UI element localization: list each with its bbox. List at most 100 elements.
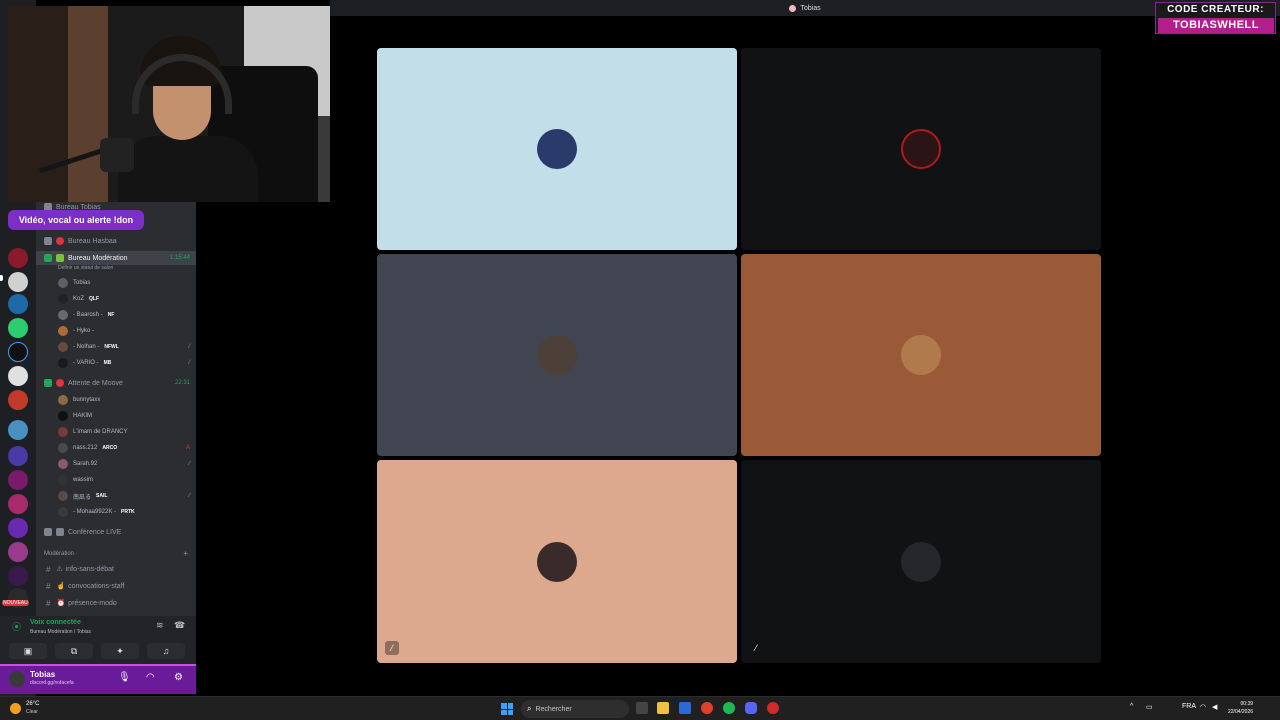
window-title: Tobias — [800, 4, 821, 12]
activities-button[interactable]: ✦ — [101, 643, 139, 659]
clock-time: 00:39 — [1240, 701, 1254, 707]
headset-icon[interactable]: ◠ — [146, 672, 155, 683]
avatar — [58, 342, 68, 352]
voice-user[interactable]: wassim — [36, 473, 196, 487]
network-icon[interactable]: ▭ — [1146, 703, 1153, 711]
voice-user[interactable]: - Nolhan - NFWL ⁄ — [36, 340, 196, 354]
video-tile[interactable]: ⁄ — [377, 460, 737, 663]
voice-user[interactable]: Tobias — [36, 276, 196, 290]
voice-channel-active[interactable]: Bureau Modération 1:15:44 — [36, 251, 196, 265]
search-placeholder: Rechercher — [535, 705, 572, 713]
add-channel-icon[interactable]: + — [183, 549, 188, 558]
video-tile[interactable] — [377, 254, 737, 456]
voice-user[interactable]: bunnytaxx — [36, 393, 196, 407]
avatar — [901, 335, 941, 375]
voice-user[interactable]: - Hyko - — [36, 324, 196, 338]
voice-user[interactable]: L'imam de DRANCY — [36, 425, 196, 439]
obs-icon[interactable] — [767, 702, 779, 714]
text-channel[interactable]: # ☝ convocations-staff — [36, 579, 196, 593]
voice-user[interactable]: HAKIM — [36, 409, 196, 423]
voice-user[interactable]: Sarah.92 ⁄ — [36, 457, 196, 471]
disconnect-icon[interactable]: ☎ — [174, 620, 185, 631]
voice-status[interactable]: Voix connectée — [30, 619, 81, 626]
microphone-icon[interactable]: 🎙 — [118, 672, 131, 683]
muted-icon: ⁄ — [188, 493, 190, 499]
avatar — [901, 129, 941, 169]
server-icon[interactable] — [8, 446, 28, 466]
video-tile[interactable] — [377, 48, 737, 250]
task-view-icon[interactable] — [636, 702, 648, 714]
channel-timer: 1:15:44 — [169, 255, 190, 261]
store-icon[interactable] — [679, 702, 691, 714]
server-icon[interactable] — [8, 390, 28, 410]
channel-status-hint[interactable]: Définir un statut de salon — [58, 265, 113, 271]
server-icon[interactable] — [8, 366, 28, 386]
muted-icon: ⁄ — [188, 360, 190, 366]
video-tile[interactable] — [741, 48, 1101, 250]
server-icon[interactable] — [8, 494, 28, 514]
file-explorer-icon[interactable] — [657, 702, 669, 714]
chevron-up-icon[interactable]: ^ — [1130, 703, 1133, 710]
muted-icon: ⁄ — [385, 641, 399, 655]
deafened-icon: A — [185, 445, 190, 451]
spotify-icon[interactable] — [723, 702, 735, 714]
settings-gear-icon[interactable]: ⚙ — [174, 672, 183, 683]
video-tile[interactable] — [741, 254, 1101, 456]
avatar — [58, 427, 68, 437]
username[interactable]: Tobias — [30, 670, 55, 679]
user-tag: SAIL — [96, 493, 108, 499]
soundboard-button[interactable]: ♫ — [147, 643, 185, 659]
video-tile[interactable]: ⁄ — [741, 460, 1101, 663]
text-channel[interactable]: # ⏰ présence-modo — [36, 596, 196, 610]
volume-icon[interactable]: ◀ — [1212, 703, 1217, 711]
avatar — [537, 335, 577, 375]
discord-icon[interactable] — [745, 702, 757, 714]
server-icon[interactable] — [8, 342, 28, 362]
voice-user[interactable]: - Mohaa9922K - PRTK — [36, 505, 196, 519]
wifi-icon[interactable]: ◠ — [1200, 703, 1206, 711]
category-header[interactable]: Modération · — [44, 551, 78, 557]
voice-channel[interactable]: Attente de Moove 22:31 — [36, 376, 196, 390]
server-icon[interactable] — [8, 420, 28, 440]
chrome-icon[interactable] — [701, 702, 713, 714]
voice-user[interactable]: - VARIO - MB ⁄ — [36, 356, 196, 370]
server-icon[interactable] — [8, 470, 28, 490]
text-channel[interactable]: # ⚠ info-sans-débat — [36, 562, 196, 576]
user-panel: Tobias discord.gg/nofacefa 🎙 ◠ ⚙ — [0, 664, 196, 694]
signal-icon: ⦿ — [12, 622, 22, 632]
server-icon[interactable] — [8, 272, 28, 292]
server-icon[interactable] — [8, 566, 28, 586]
voice-user[interactable]: KoZ QLF — [36, 292, 196, 306]
weather-condition: Clear — [26, 709, 38, 715]
desktop: NOUVEAU Tobias CODE CREATEUR: TOBIASWHEL… — [0, 0, 1280, 720]
creator-code-overlay: CODE CREATEUR: TOBIASWHELL — [1155, 2, 1276, 34]
avatar — [58, 507, 68, 517]
server-icon[interactable] — [8, 248, 28, 268]
windows-start-icon[interactable] — [501, 703, 513, 715]
noise-suppression-icon[interactable]: ≋ — [156, 620, 164, 631]
server-icon[interactable] — [8, 318, 28, 338]
avatar — [58, 326, 68, 336]
clock[interactable]: 00:39 22/04/2026 — [1228, 700, 1253, 716]
speaker-icon — [44, 528, 52, 536]
avatar[interactable] — [9, 671, 25, 687]
user-tag: PRTK — [121, 509, 135, 515]
speaker-icon — [44, 254, 52, 262]
server-icon[interactable] — [8, 294, 28, 314]
taskbar-search[interactable]: ⌕ Rechercher — [521, 700, 629, 718]
voice-user[interactable]: nass.212 ARCO A — [36, 441, 196, 455]
screen-share-button[interactable]: ⧉ — [55, 643, 93, 659]
language-indicator[interactable]: FRA — [1182, 703, 1196, 710]
voice-channel[interactable]: Conférence LIVE — [36, 525, 196, 539]
avatar — [901, 541, 941, 582]
user-status: discord.gg/nofacefa — [30, 680, 74, 686]
server-icon[interactable] — [8, 518, 28, 538]
voice-user[interactable]: 南凪る SAIL ⁄ — [36, 489, 196, 503]
voice-user[interactable]: - Baarosh - NF — [36, 308, 196, 322]
taskbar: 26°C Clear ⌕ Rechercher ^ ▭ FRA ◠ ◀ 00:3… — [0, 696, 1280, 720]
server-icon[interactable] — [8, 542, 28, 562]
user-tag: QLF — [89, 296, 100, 302]
voice-location[interactable]: Bureau Modération / Tobias — [30, 629, 91, 635]
voice-channel[interactable]: Bureau Hasbaa — [36, 234, 196, 248]
camera-button[interactable]: ▣ — [9, 643, 47, 659]
